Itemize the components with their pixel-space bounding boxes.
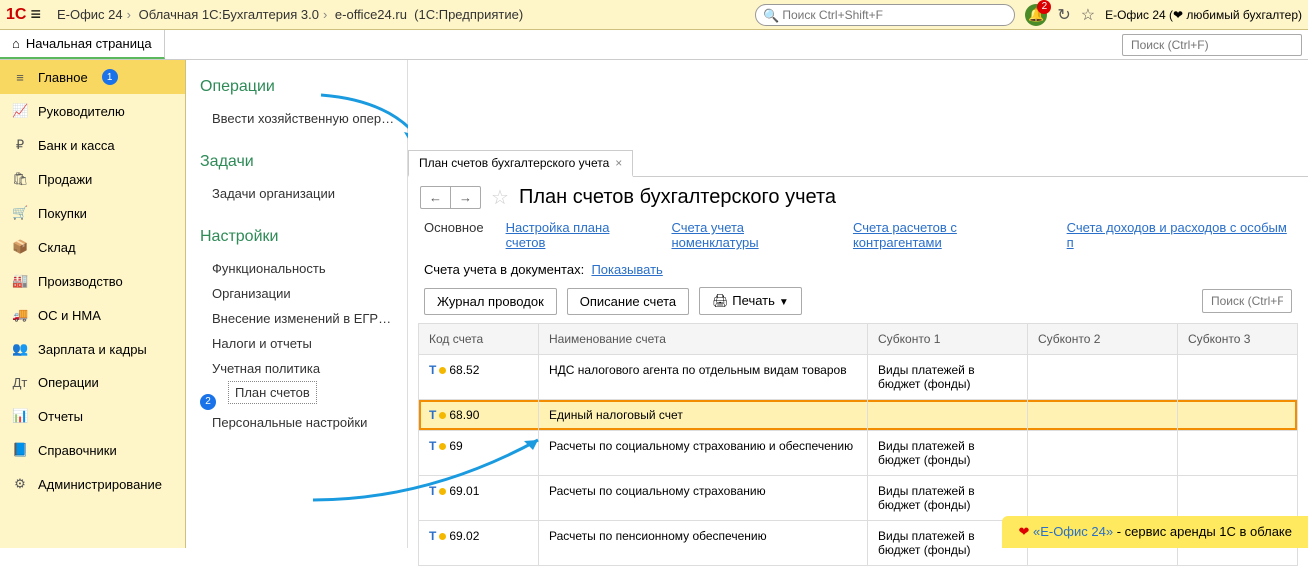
link-enter-op[interactable]: Ввести хозяйственную операцию bbox=[200, 106, 399, 131]
history-icon[interactable]: ↻ bbox=[1057, 5, 1070, 25]
nav-buttons: ← → bbox=[420, 186, 481, 209]
section-tasks: Задачи bbox=[200, 153, 399, 171]
sidebar-item-main[interactable]: ≡Главное1 bbox=[0, 60, 185, 94]
breadcrumb: Е-Офис 24› Облачная 1С:Бухгалтерия 3.0› … bbox=[57, 7, 523, 22]
col-sub2[interactable]: Субконто 2 bbox=[1028, 324, 1178, 355]
ruble-icon: ₽ bbox=[12, 137, 28, 153]
sidebar-item-purchases[interactable]: 🛒Покупки bbox=[0, 196, 185, 230]
notification-count: 2 bbox=[1037, 0, 1051, 14]
link-functionality[interactable]: Функциональность bbox=[200, 256, 399, 281]
hamburger-icon[interactable]: ≡ bbox=[30, 4, 41, 25]
tab-main[interactable]: Основное bbox=[424, 220, 484, 250]
section-operations: Операции bbox=[200, 78, 399, 96]
book-icon: 📘 bbox=[12, 442, 28, 458]
marker-2: 2 bbox=[200, 394, 216, 410]
print-button[interactable]: 🖨 Печать▼ bbox=[699, 287, 802, 315]
t-icon: T bbox=[429, 439, 436, 453]
topbar: 1C ≡ Е-Офис 24› Облачная 1С:Бухгалтерия … bbox=[0, 0, 1308, 30]
brand-label: Е-Офис 24 (❤ любимый бухгалтер) bbox=[1105, 8, 1302, 22]
links-bar: Основное Настройка плана счетов Счета уч… bbox=[408, 218, 1308, 258]
favorite-star[interactable]: ☆ bbox=[491, 185, 509, 210]
bars-icon: 📊 bbox=[12, 408, 28, 424]
t-icon: T bbox=[429, 363, 436, 377]
gear-icon: ⚙ bbox=[12, 476, 28, 492]
heart-icon: ❤ bbox=[1018, 524, 1029, 539]
col-sub1[interactable]: Субконто 1 bbox=[868, 324, 1028, 355]
truck-icon: 🚚 bbox=[12, 307, 28, 323]
table-row[interactable]: T68.52НДС налогового агента по отдельным… bbox=[419, 355, 1298, 400]
link-nomenclature[interactable]: Счета учета номенклатуры bbox=[671, 220, 831, 250]
box-icon: 📦 bbox=[12, 239, 28, 255]
sidebar: ≡Главное1 📈Руководителю ₽Банк и касса 🛍П… bbox=[0, 60, 186, 548]
back-button[interactable]: ← bbox=[421, 187, 450, 208]
sidebar-item-assets[interactable]: 🚚ОС и НМА bbox=[0, 298, 185, 332]
home-icon: ⌂ bbox=[12, 36, 20, 51]
link-policy[interactable]: Учетная политика bbox=[200, 356, 399, 381]
link-settings-plan[interactable]: Настройка плана счетов bbox=[506, 220, 650, 250]
col-name[interactable]: Наименование счета bbox=[539, 324, 868, 355]
footer-banner[interactable]: ❤ «Е-Офис 24» - сервис аренды 1С в облак… bbox=[1002, 516, 1308, 548]
chevron-down-icon: ▼ bbox=[779, 297, 789, 308]
sidebar-item-reference[interactable]: 📘Справочники bbox=[0, 433, 185, 467]
close-icon[interactable]: × bbox=[615, 156, 622, 170]
sidebar-item-admin[interactable]: ⚙Администрирование bbox=[0, 467, 185, 501]
table-row[interactable]: T69.01Расчеты по социальному страхованию… bbox=[419, 476, 1298, 521]
table-search-input[interactable] bbox=[1202, 289, 1292, 313]
section-settings: Настройки bbox=[200, 228, 399, 246]
link-orgs[interactable]: Организации bbox=[200, 281, 399, 306]
cart-icon: 🛒 bbox=[12, 205, 28, 221]
bag-icon: 🛍 bbox=[12, 171, 28, 187]
sidebar-item-salary[interactable]: 👥Зарплата и кадры bbox=[0, 332, 185, 366]
sidebar-item-reports[interactable]: 📊Отчеты bbox=[0, 399, 185, 433]
logo: 1C bbox=[6, 6, 26, 24]
page-title: План счетов бухгалтерского учета bbox=[519, 186, 836, 209]
main-area: План счетов бухгалтерского учета × ← → ☆… bbox=[408, 60, 1308, 548]
table-row[interactable]: T68.90Единый налоговый счет bbox=[419, 400, 1298, 431]
people-icon: 👥 bbox=[12, 341, 28, 357]
t-icon: T bbox=[429, 529, 436, 543]
t-icon: T bbox=[429, 484, 436, 498]
link-chart-of-accounts[interactable]: План счетов bbox=[228, 381, 317, 404]
link-counterparties[interactable]: Счета расчетов с контрагентами bbox=[853, 220, 1045, 250]
sidebar-item-production[interactable]: 🏭Производство bbox=[0, 264, 185, 298]
tab-chart-accounts[interactable]: План счетов бухгалтерского учета × bbox=[408, 150, 633, 177]
subline: Счета учета в документах: Показывать bbox=[408, 258, 1308, 287]
col-code[interactable]: Код счета bbox=[419, 324, 539, 355]
desc-button[interactable]: Описание счета bbox=[567, 288, 689, 315]
factory-icon: 🏭 bbox=[12, 273, 28, 289]
chart-icon: 📈 bbox=[12, 103, 28, 119]
journal-button[interactable]: Журнал проводок bbox=[424, 288, 557, 315]
link-org-tasks[interactable]: Задачи организации bbox=[200, 181, 399, 206]
link-egrul[interactable]: Внесение изменений в ЕГРЮЛ bbox=[200, 306, 399, 331]
search-icon: 🔍 bbox=[763, 8, 779, 24]
sidebar-item-sales[interactable]: 🛍Продажи bbox=[0, 162, 185, 196]
forward-button[interactable]: → bbox=[450, 187, 480, 208]
tabbar: План счетов бухгалтерского учета × bbox=[408, 150, 1308, 177]
sidebar-item-warehouse[interactable]: 📦Склад bbox=[0, 230, 185, 264]
list-icon: ≡ bbox=[12, 70, 28, 85]
page-search-input[interactable] bbox=[1122, 34, 1302, 56]
link-taxes[interactable]: Налоги и отчеты bbox=[200, 331, 399, 356]
sidebar-item-manager[interactable]: 📈Руководителю bbox=[0, 94, 185, 128]
link-personal[interactable]: Персональные настройки bbox=[200, 410, 399, 435]
subpanel: Операции Ввести хозяйственную операцию З… bbox=[186, 60, 408, 548]
t-icon: T bbox=[429, 408, 436, 422]
home-button[interactable]: ⌂ Начальная страница bbox=[0, 30, 165, 59]
link-income-expense[interactable]: Счета доходов и расходов с особым п bbox=[1067, 220, 1292, 250]
sidebar-item-operations[interactable]: ДтОперации bbox=[0, 366, 185, 399]
printer-icon: 🖨 bbox=[712, 293, 729, 308]
star-icon[interactable]: ☆ bbox=[1081, 5, 1095, 25]
global-search-input[interactable] bbox=[755, 4, 1015, 26]
col-sub3[interactable]: Субконто 3 bbox=[1178, 324, 1298, 355]
sidebar-item-bank[interactable]: ₽Банк и касса bbox=[0, 128, 185, 162]
marker-1: 1 bbox=[102, 69, 118, 85]
table-row[interactable]: T69Расчеты по социальному страхованию и … bbox=[419, 431, 1298, 476]
operations-icon: Дт bbox=[12, 375, 28, 390]
link-show[interactable]: Показывать bbox=[591, 262, 662, 277]
notification-bell[interactable]: 🔔 2 bbox=[1025, 4, 1047, 26]
